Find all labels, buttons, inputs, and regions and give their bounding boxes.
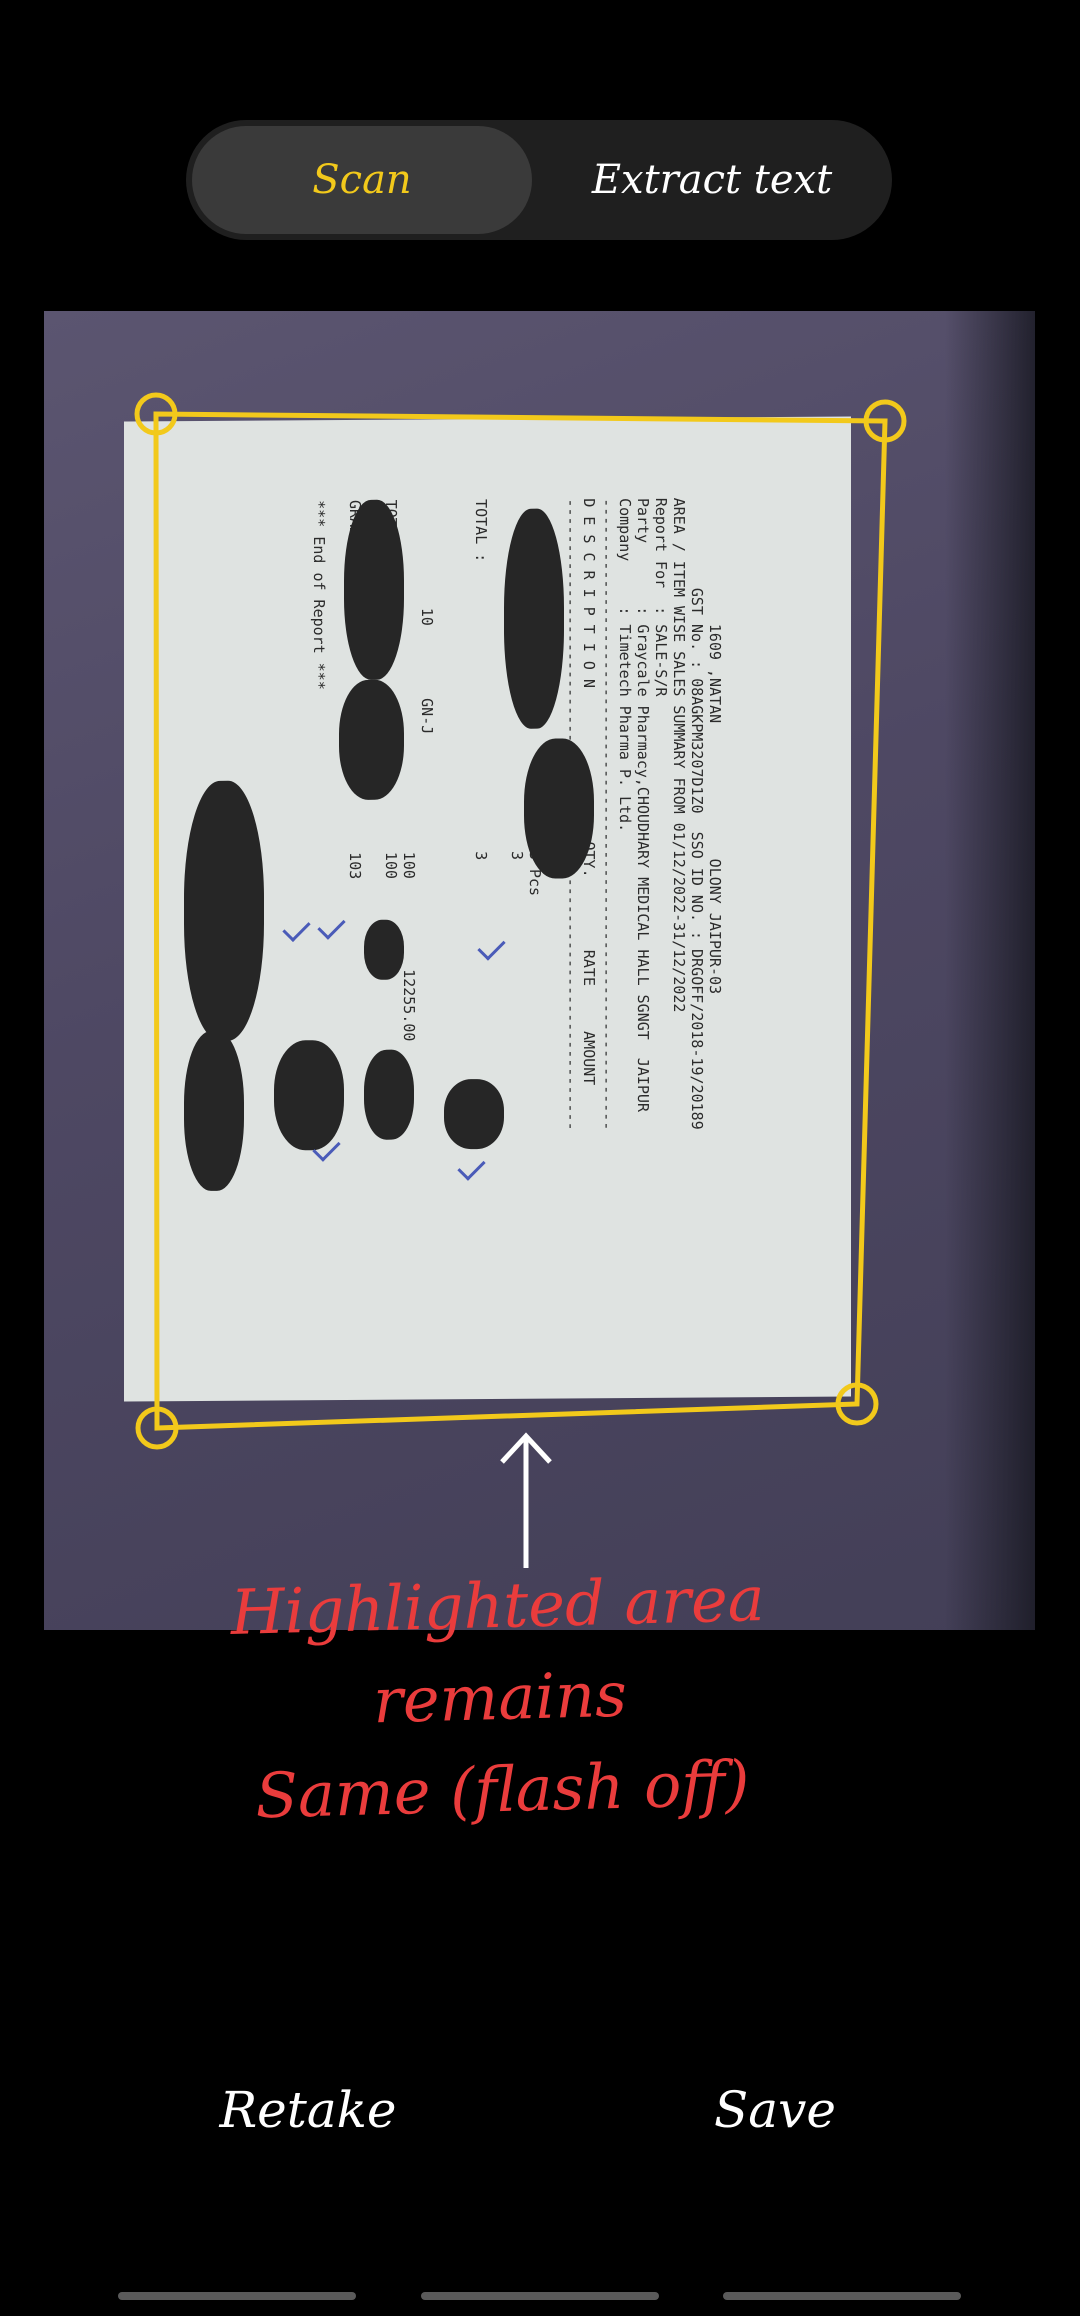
annotation-line: Same (flash off) (254, 1746, 751, 1833)
save-button[interactable]: Save (625, 2070, 925, 2150)
tab-scan[interactable]: Scan (192, 126, 532, 234)
annotation-text: Highlighted area remains Same (flash off… (97, 1550, 904, 1847)
nav-hint-center (421, 2292, 659, 2300)
retake-button[interactable]: Retake (158, 2070, 458, 2150)
crop-outline (153, 411, 888, 1431)
nav-hint-left (118, 2292, 356, 2300)
nav-hint-right (723, 2292, 961, 2300)
annotation-arrow-icon (500, 1432, 552, 1568)
mode-switch: Scan Extract text (186, 120, 892, 240)
annotation-line: Highlighted area remains (229, 1562, 766, 1738)
tab-extract-text[interactable]: Extract text (542, 126, 882, 234)
